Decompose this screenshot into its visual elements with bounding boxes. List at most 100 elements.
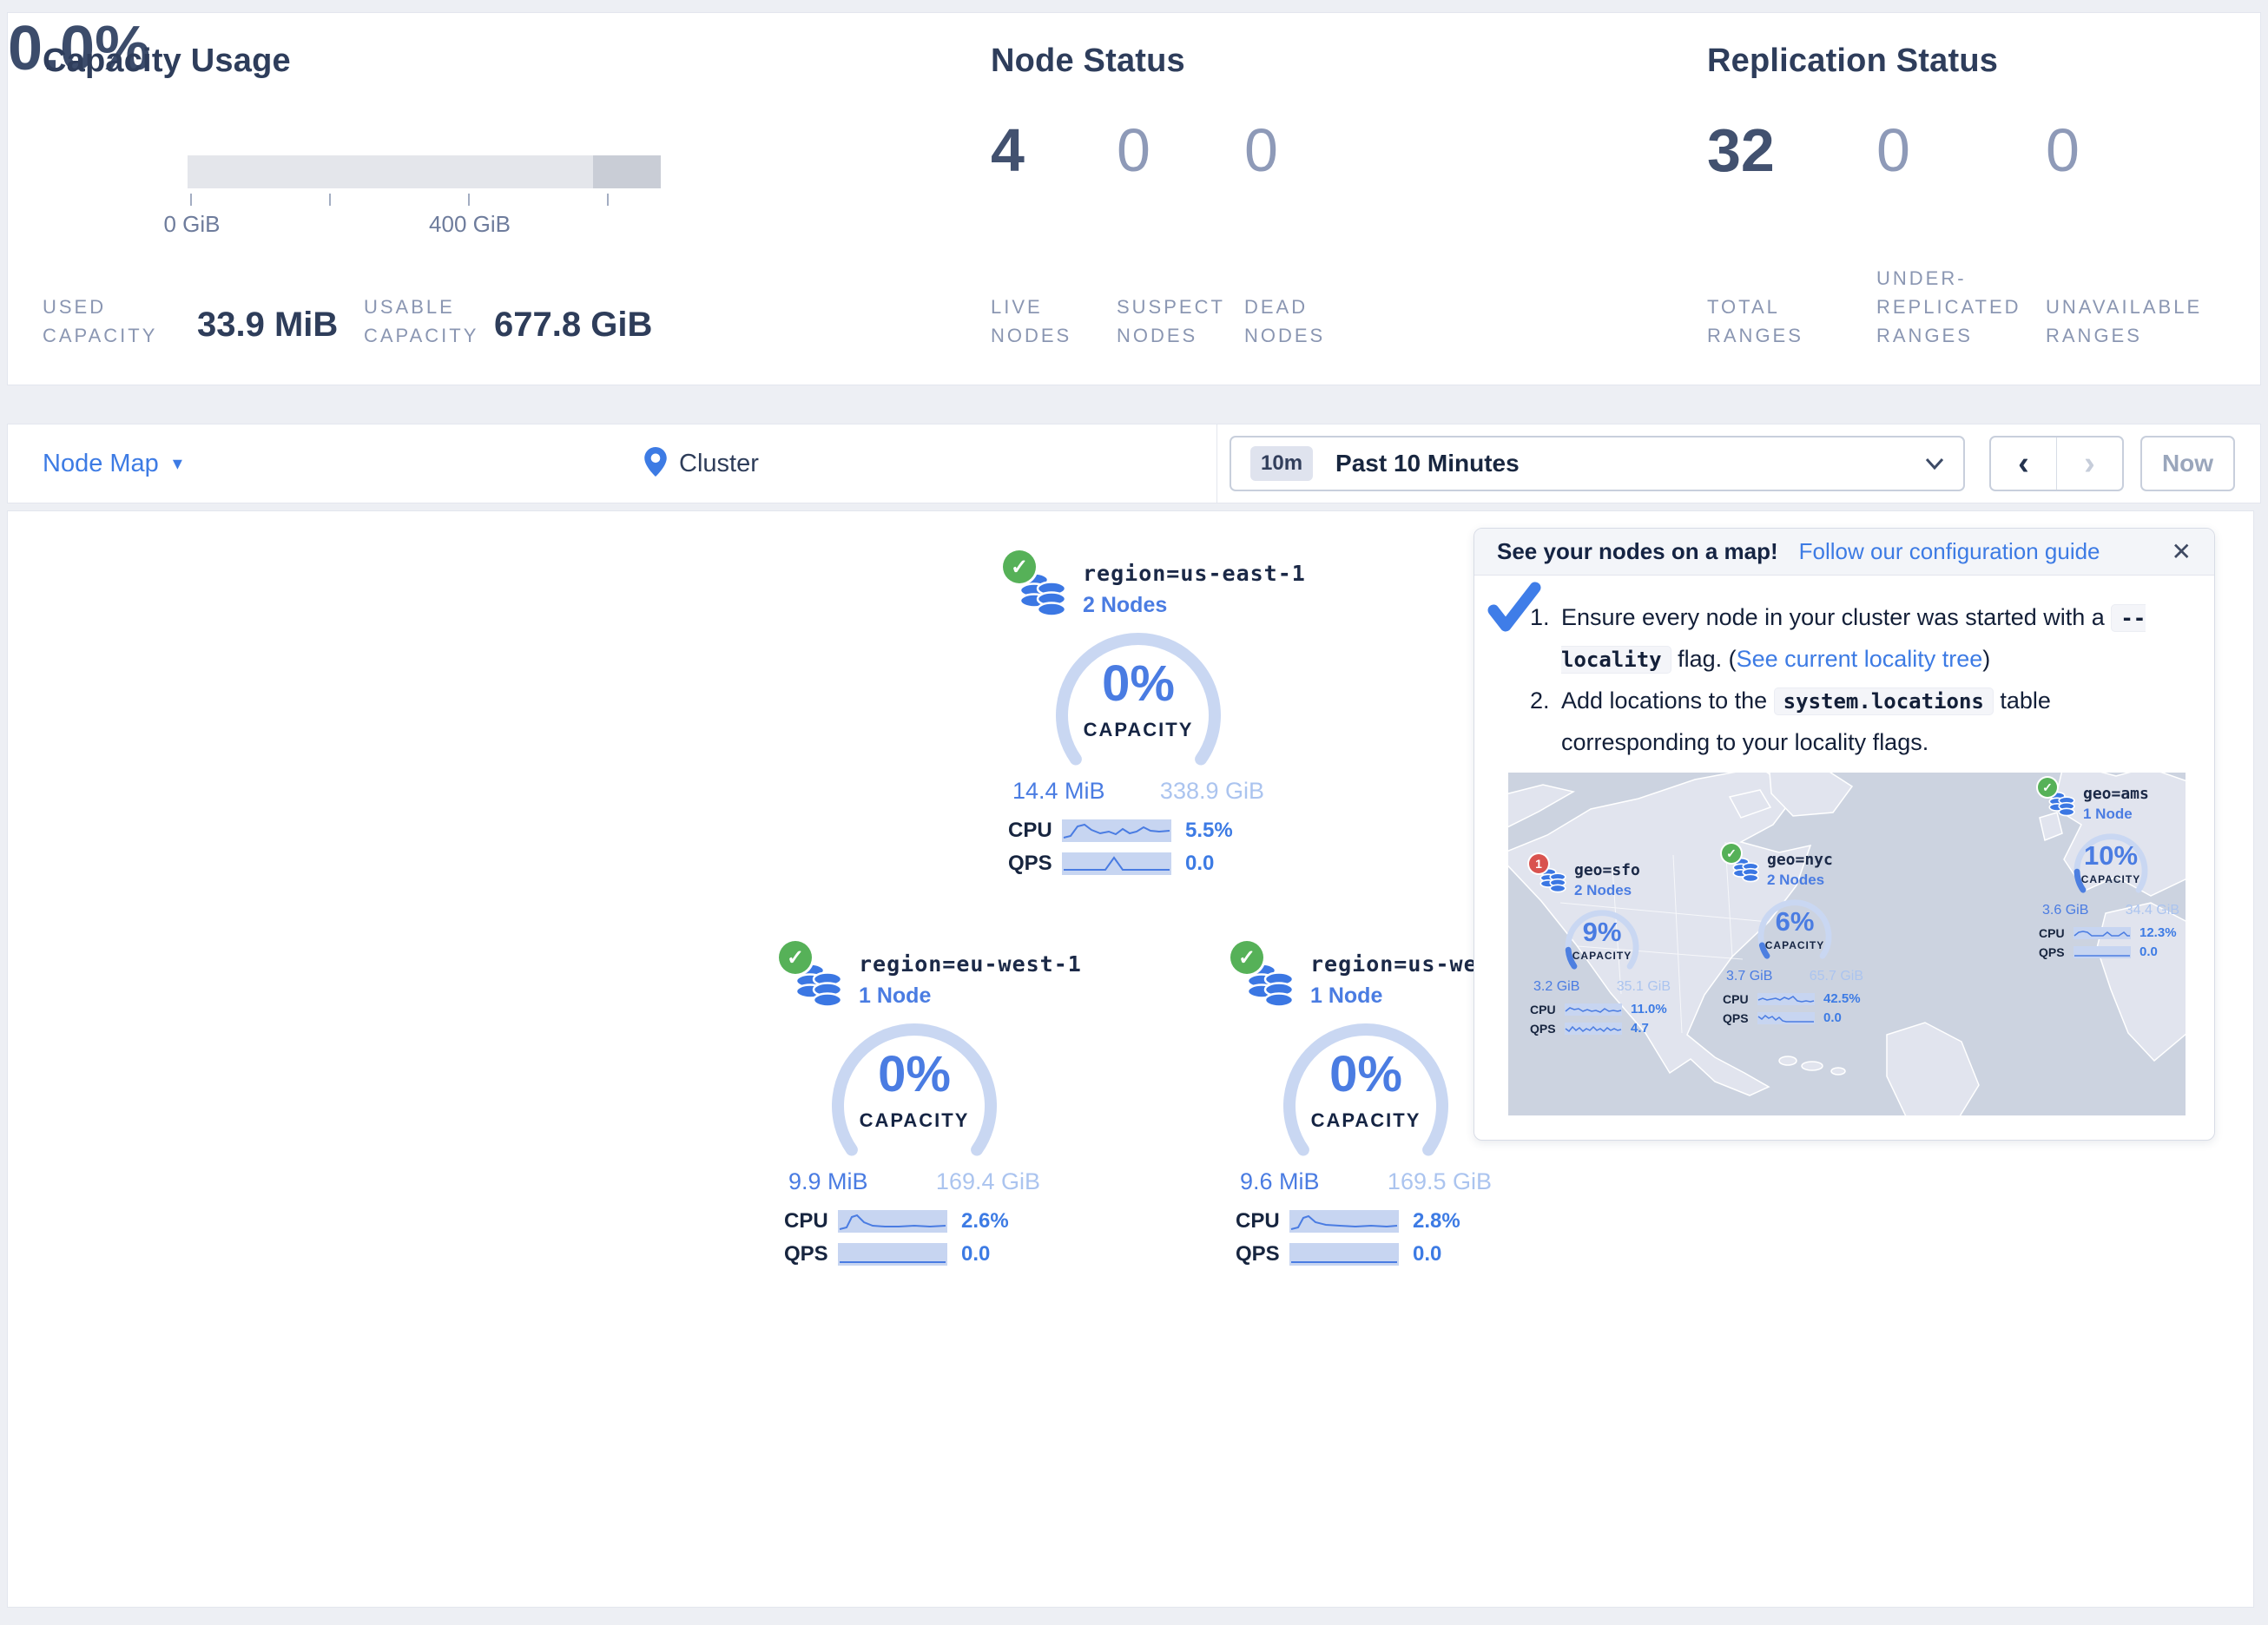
region-nodes-link[interactable]: 2 Nodes [1083,593,1306,618]
popup-title: See your nodes on a map! [1497,538,1778,565]
region-name: region=us-east-1 [1083,561,1306,586]
setup-step-2: 2. Add locations to the system.locations… [1530,680,2181,763]
region-used-capacity: 9.9 MiB [788,1168,868,1195]
region-nodes-link[interactable]: 1 Node [859,984,1082,1009]
step-number: 2. [1530,680,1561,763]
world-map: 1 geo=sfo 2 Nodes 9% CAPACITY 3.2 GiB 35… [1508,773,2186,1115]
cpu-value: 11.0% [1631,1002,1667,1016]
usable-capacity-value: 677.8 GiB [494,306,652,345]
locality-tree-link[interactable]: See current locality tree [1737,646,1983,672]
healthy-check-icon: ✓ [779,941,812,974]
view-selector-dropdown[interactable]: Node Map ▾ [43,424,182,503]
under-replicated-count: 0 [1876,115,1910,185]
map-node-name: geo=nyc [1767,851,1833,869]
region-total-capacity: 169.5 GiB [1388,1168,1492,1195]
time-range-dropdown[interactable]: 10m Past 10 Minutes [1230,436,1965,491]
node-used-capacity: 3.6 GiB [2042,903,2088,918]
qps-label: QPS [784,1242,838,1266]
gauge-capacity-label: CAPACITY [1047,719,1230,741]
map-toolbar: Node Map ▾ Cluster 10m Past 10 Minutes ‹… [7,424,2261,503]
cpu-label: CPU [784,1209,838,1234]
capacity-bar-reserved-segment [593,155,661,188]
cpu-sparkline [1565,1003,1622,1016]
node-used-capacity: 3.2 GiB [1533,979,1579,995]
used-capacity-value: 33.9 MiB [197,306,338,345]
qps-value: 4.7 [1631,1021,1649,1036]
qps-sparkline [1757,1012,1815,1024]
cpu-sparkline [2074,927,2131,939]
setup-step-1: 1. Ensure every node in your cluster was… [1530,596,2181,680]
node-total-capacity: 35.1 GiB [1617,979,1671,995]
map-node-geo-ams: ✓ geo=ams 1 Node 10% CAPACITY 3.6 GiB 34… [2033,785,2186,964]
location-pin-icon [644,447,667,481]
gauge-capacity-label: CAPACITY [823,1109,1005,1132]
capacity-gauge: 9% CAPACITY [1554,905,1650,976]
qps-value: 0.0 [1185,852,1214,876]
gauge-percent: 0% [823,1045,1005,1103]
capacity-gauge: 0% CAPACITY [1275,1023,1457,1160]
qps-label: QPS [1236,1242,1289,1266]
breadcrumb-cluster[interactable]: Cluster [679,450,759,478]
map-node-count: 1 Node [2083,806,2149,823]
usable-capacity-label: USABLE CAPACITY [364,293,478,350]
gauge-capacity-label: CAPACITY [1747,939,1843,951]
cluster-summary-panel: Capacity Usage 0.0% 0 GiB 400 GiB USED C… [7,12,2261,385]
node-status-title: Node Status [991,43,1185,80]
used-capacity-label: USED CAPACITY [43,293,157,350]
cpu-sparkline [838,1210,947,1233]
map-node-name: geo=sfo [1574,861,1640,879]
cpu-sparkline [1062,819,1171,842]
healthy-check-icon: ✓ [1003,550,1036,583]
unavailable-ranges-label: UNAVAILABLE RANGES [2046,293,2202,350]
map-node-count: 2 Nodes [1574,882,1640,899]
live-nodes-label: LIVE NODES [991,293,1071,350]
region-card-us-east-1: ✓ region=us-east-1 2 Nodes 0% CAPACITY 1… [982,561,1295,885]
total-ranges-count: 32 [1707,115,1775,185]
close-icon[interactable]: ✕ [2172,537,2192,566]
suspect-nodes-label: SUSPECT NODES [1117,293,1225,350]
cpu-label: CPU [1008,819,1062,843]
gauge-percent: 10% [2063,840,2159,872]
capacity-tick-label-0: 0 GiB [163,211,220,238]
qps-label: QPS [2039,945,2074,959]
gauge-capacity-label: CAPACITY [2063,873,2159,885]
capacity-usage-title: Capacity Usage [43,43,291,80]
qps-sparkline [838,1243,947,1266]
qps-value: 0.0 [2139,944,2158,959]
time-now-button[interactable]: Now [2140,436,2235,491]
total-ranges-label: TOTAL RANGES [1707,293,1803,350]
region-card-eu-west-1: ✓ region=eu-west-1 1 Node 0% CAPACITY 9.… [758,951,1071,1275]
qps-value: 0.0 [1823,1010,1842,1025]
unavailable-ranges-count: 0 [2046,115,2080,185]
qps-value: 0.0 [1413,1242,1441,1266]
healthy-check-icon: ✓ [1722,844,1741,863]
gauge-capacity-label: CAPACITY [1554,950,1650,962]
capacity-gauge: 0% CAPACITY [823,1023,1005,1160]
time-prev-button[interactable]: ‹ [1991,438,2057,490]
cpu-label: CPU [1723,992,1757,1006]
configuration-guide-link[interactable]: Follow our configuration guide [1799,538,2100,565]
step-text: ) [1982,646,1990,672]
map-node-geo-sfo: 1 geo=sfo 2 Nodes 9% CAPACITY 3.2 GiB 35… [1524,861,1680,1040]
cpu-value: 5.5% [1185,819,1233,843]
qps-sparkline [2074,946,2131,958]
node-map-setup-popup: See your nodes on a map! Follow our conf… [1474,528,2215,1141]
warning-count-badge: 1 [1529,854,1548,873]
view-selector-label: Node Map [43,450,159,478]
qps-label: QPS [1530,1022,1565,1036]
capacity-tick [190,194,192,206]
step-text: Ensure every node in your cluster was st… [1561,604,2111,630]
cpu-sparkline [1289,1210,1399,1233]
cpu-label: CPU [2039,926,2074,940]
replication-status-title: Replication Status [1707,43,1998,80]
capacity-tick [607,194,609,206]
cpu-sparkline [1757,993,1815,1005]
step-text: Add locations to the [1561,688,1774,714]
suspect-nodes-count: 0 [1117,115,1150,185]
time-next-button[interactable]: › [2057,438,2122,490]
chevron-down-icon [1925,457,1944,470]
region-total-capacity: 338.9 GiB [1160,778,1264,805]
dead-nodes-label: DEAD NODES [1244,293,1325,350]
gauge-percent: 0% [1047,655,1230,713]
map-node-geo-nyc: ✓ geo=nyc 2 Nodes 6% CAPACITY 3.7 GiB 65… [1717,851,1873,1030]
